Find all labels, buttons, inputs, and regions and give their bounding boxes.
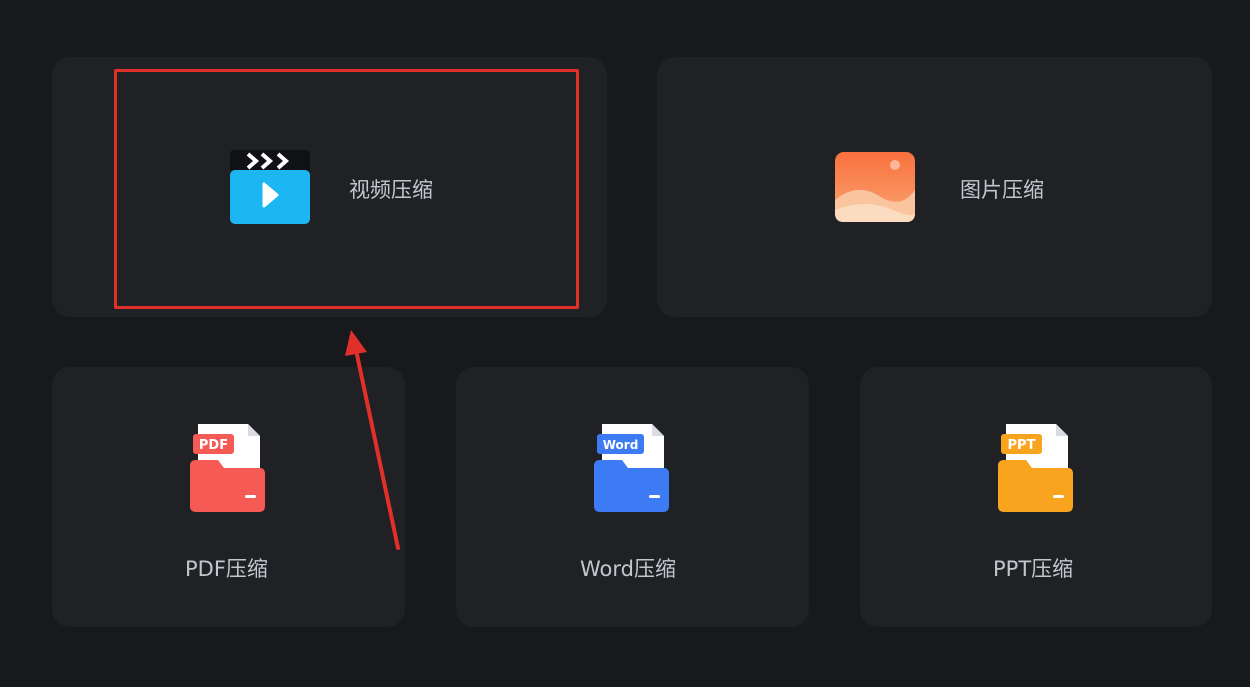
- video-compress-card[interactable]: 视频压缩: [52, 57, 607, 317]
- video-compress-label: 视频压缩: [349, 178, 433, 202]
- image-landscape-icon: [835, 152, 915, 222]
- ppt-compress-card[interactable]: PPT PPT压缩: [860, 367, 1212, 627]
- ppt-badge-text: PPT: [1008, 438, 1036, 453]
- pdf-badge-text: PDF: [199, 438, 228, 453]
- ppt-compress-label: PPT压缩: [993, 557, 1074, 581]
- ppt-folder-icon: PPT: [998, 424, 1073, 512]
- pdf-compress-label: PDF压缩: [185, 557, 268, 581]
- image-compress-label: 图片压缩: [960, 178, 1044, 202]
- image-compress-card[interactable]: 图片压缩: [657, 57, 1212, 317]
- pdf-compress-card[interactable]: PDF PDF压缩: [52, 367, 405, 627]
- word-compress-label: Word压缩: [580, 557, 676, 581]
- word-folder-icon: Word: [594, 424, 669, 512]
- video-clapperboard-icon: [230, 150, 310, 224]
- word-compress-card[interactable]: Word Word压缩: [456, 367, 809, 627]
- word-badge-text: Word: [603, 438, 639, 452]
- pdf-folder-icon: PDF: [190, 424, 265, 512]
